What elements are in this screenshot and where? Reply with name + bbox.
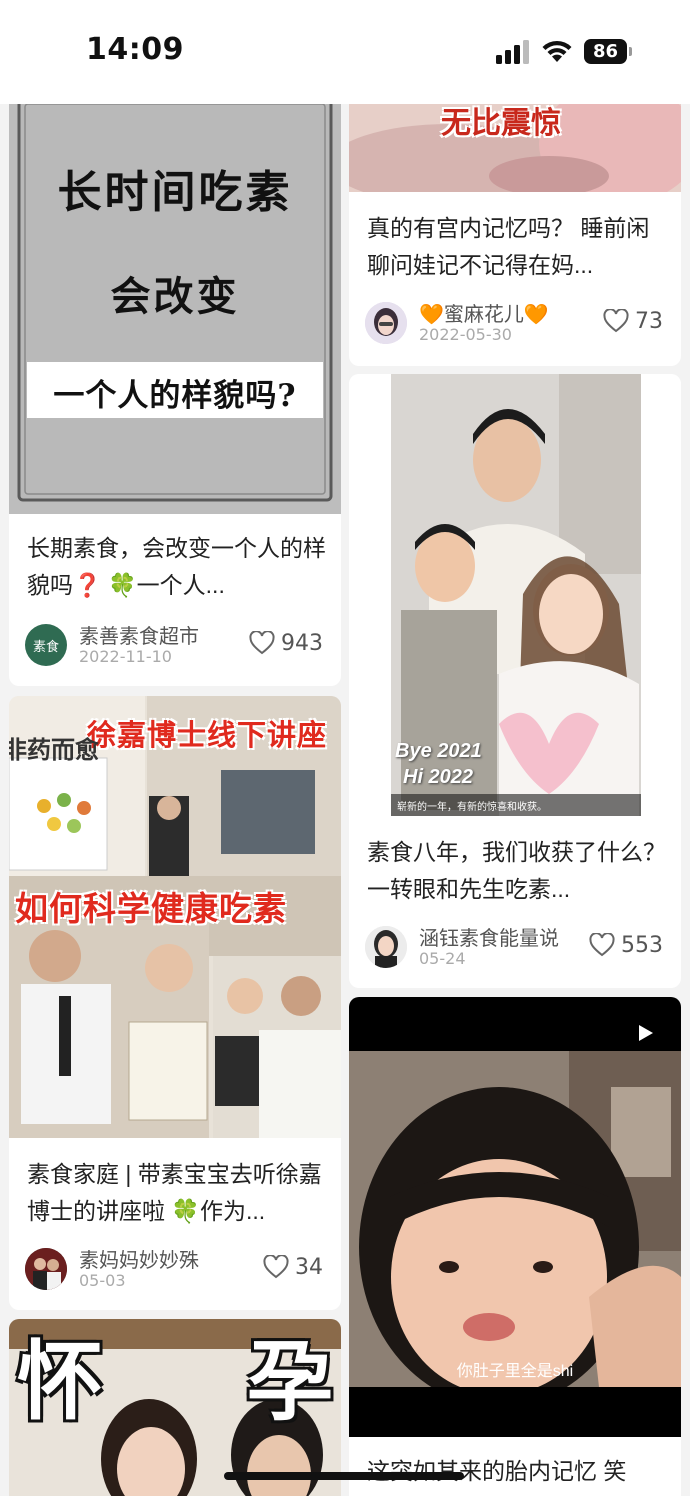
- avatar-image: [365, 302, 407, 344]
- feed-card[interactable]: 长时间吃素 会改变 一个人的样貌吗? 长期素食，会改变一个人的样貌吗❓ 🍀一个人…: [9, 104, 341, 686]
- avatar: [25, 1248, 67, 1290]
- card-title: 长期素食，会改变一个人的样貌吗❓ 🍀一个人...: [27, 535, 326, 598]
- card-author-row: 素食 素善素食超市 2022-11-10 943: [25, 622, 325, 670]
- card-title: 素食家庭 | 带素宝宝去听徐嘉博士的讲座啦 🍀作为...: [27, 1161, 322, 1224]
- like-count: 34: [295, 1254, 323, 1280]
- avatar: [365, 926, 407, 968]
- cover-word-1: 怀: [17, 1334, 103, 1430]
- cover-text: 无比震惊: [441, 107, 561, 140]
- heart-icon: [263, 1255, 289, 1279]
- card-author-row: 涵钰素食能量说 05-24 553: [365, 924, 665, 972]
- like-button[interactable]: 73: [603, 306, 663, 336]
- author-name[interactable]: 涵钰素食能量说: [419, 922, 559, 951]
- cover-banner-2: 如何科学健康吃素: [15, 890, 287, 927]
- like-button[interactable]: 34: [263, 1252, 323, 1282]
- feed-card[interactable]: 徐嘉博士线下讲座 如何科学健康吃素 非药而愈 素食家庭 | 带素宝宝去听徐嘉博士…: [9, 696, 341, 1310]
- avatar-image: [25, 1248, 67, 1290]
- card-title: 真的有宫内记忆吗？ 睡前闲聊问娃记不记得在妈...: [367, 215, 650, 278]
- home-indicator: [224, 1472, 464, 1480]
- wifi-icon: [542, 40, 572, 62]
- avatar-text: 素食: [32, 639, 59, 655]
- cover-headline-3: 一个人的样貌吗?: [53, 378, 297, 414]
- waterfall-feed[interactable]: 长时间吃素 会改变 一个人的样貌吗? 长期素食，会改变一个人的样貌吗❓ 🍀一个人…: [0, 104, 690, 1496]
- like-count: 943: [281, 630, 323, 656]
- card-author-row: 🧡蜜麻花儿🧡 2022-05-30 73: [365, 300, 665, 348]
- avatar-image: [365, 926, 407, 968]
- heart-icon: [249, 631, 275, 655]
- cover-caption: 崭新的一年，有新的惊喜和收获。: [397, 802, 547, 813]
- like-count: 553: [621, 932, 663, 958]
- avatar: 素食: [25, 624, 67, 666]
- cover-word-2: 孕: [247, 1334, 333, 1430]
- post-date: 2022-11-10: [79, 647, 172, 666]
- like-button[interactable]: 943: [249, 628, 323, 658]
- cellular-signal-icon: [496, 40, 529, 64]
- battery-level: 86: [584, 39, 627, 64]
- cover-overlay-line-1: Bye 2021: [395, 740, 482, 762]
- status-time: 14:09: [86, 32, 184, 67]
- author-name[interactable]: 素妈妈妙妙殊: [79, 1244, 199, 1273]
- feed-card[interactable]: Bye 2021 Hi 2022 崭新的一年，有新的惊喜和收获。 素食八年，我们…: [349, 374, 681, 988]
- like-button[interactable]: 553: [589, 930, 663, 960]
- heart-icon: [589, 933, 615, 957]
- cover-headline-2: 会改变: [110, 273, 240, 320]
- card-author-row: 素妈妈妙妙殊 05-03 34: [25, 1246, 325, 1294]
- author-name[interactable]: 🧡蜜麻花儿🧡: [419, 298, 549, 327]
- feed-card[interactable]: 无比震惊 真的有宫内记忆吗？ 睡前闲聊问娃记不记得在妈... 🧡蜜麻花儿🧡 20…: [349, 104, 681, 366]
- video-play-icon[interactable]: [635, 1023, 655, 1043]
- like-count: 73: [635, 308, 663, 334]
- cover-headline-1: 长时间吃素: [57, 167, 293, 218]
- battery-indicator: 86: [584, 39, 632, 64]
- card-title: 素食八年，我们收获了什么？ 一转眼和先生吃素...: [367, 839, 666, 902]
- cover-banner-1: 徐嘉博士线下讲座: [87, 720, 328, 752]
- status-bar: 14:09 86: [0, 0, 690, 104]
- battery-tip: [629, 47, 632, 56]
- heart-icon: [603, 309, 629, 333]
- post-date: 2022-05-30: [419, 325, 512, 344]
- post-date: 05-24: [419, 949, 466, 968]
- cover-book-title: 非药而愈: [9, 735, 99, 764]
- avatar: [365, 302, 407, 344]
- post-date: 05-03: [79, 1271, 126, 1290]
- feed-card[interactable]: 你肚子里全是shi 这突如其来的胎内记忆 笑: [349, 997, 681, 1496]
- cover-overlay-line-2: Hi 2022: [403, 766, 474, 788]
- video-subtitle: 你肚子里全是shi: [456, 1363, 574, 1380]
- feed-card[interactable]: 怀 孕: [9, 1319, 341, 1496]
- author-name[interactable]: 素善素食超市: [79, 620, 199, 649]
